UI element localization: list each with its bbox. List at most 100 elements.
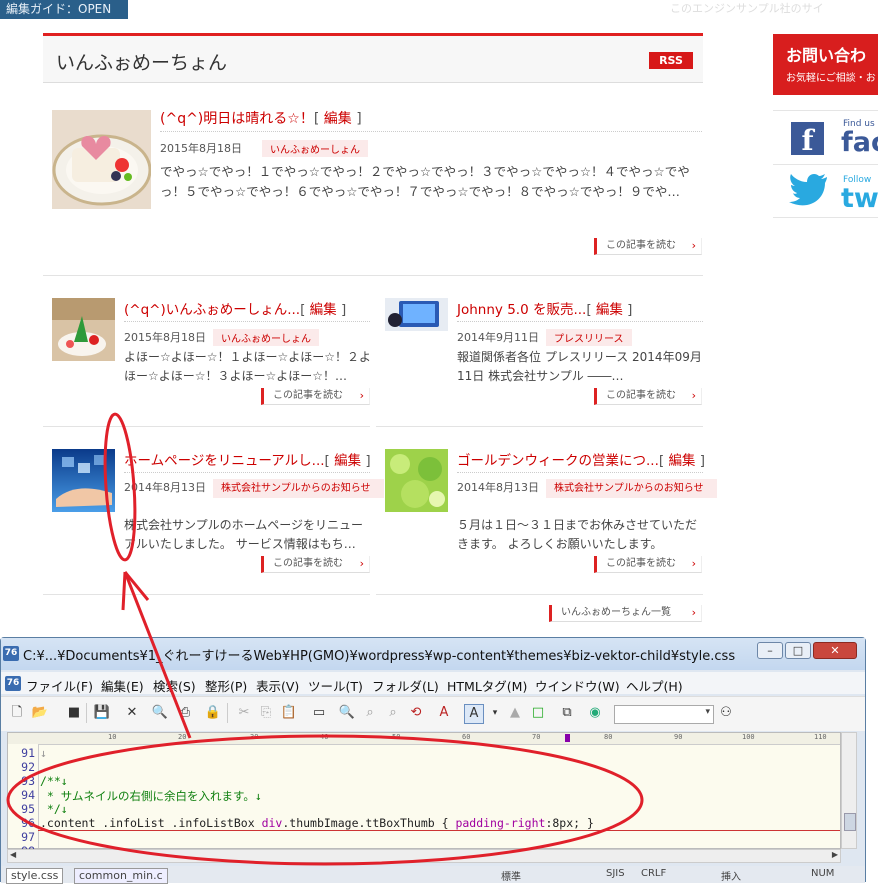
menu-format[interactable]: 整形(P) [205, 676, 247, 695]
post-category[interactable]: いんふぉめーしょん [213, 329, 319, 346]
close-button[interactable]: ✕ [813, 642, 857, 659]
divider [43, 594, 370, 595]
horizontal-scrollbar[interactable]: ◀ ▶ [7, 849, 841, 863]
post-edit-link[interactable]: 編集 [596, 302, 623, 318]
paste-icon[interactable]: 📋 [280, 704, 298, 722]
read-more-button[interactable]: この記事を読む › [594, 238, 702, 255]
edit-guide-button[interactable]: 編集ガイド：OPEN [0, 0, 128, 19]
vertical-scrollbar[interactable] [841, 732, 857, 849]
code-editor[interactable]: 10 20 30 40 50 60 70 80 90 100 110 91 ↓ … [7, 732, 841, 858]
preview-icon[interactable]: 🔍 [151, 704, 169, 722]
font-color-icon[interactable]: A [435, 704, 453, 722]
scroll-left-icon[interactable]: ◀ [10, 850, 16, 859]
search-prev-icon[interactable]: ⌕ [384, 704, 402, 722]
window-list-icon[interactable]: ⧉ [558, 704, 576, 722]
combo-arrow-icon: ▾ [705, 707, 710, 717]
save-icon[interactable]: 💾 [93, 704, 111, 722]
post-title-link[interactable]: ホームページをリニューアルし...[ 編集 ] [124, 449, 371, 469]
read-more-button[interactable]: この記事を読む › [261, 556, 370, 573]
tag-icon[interactable]: ▲ [506, 704, 524, 722]
line-number: 96 [21, 816, 35, 830]
post-category[interactable]: プレスリリース [546, 329, 632, 346]
menu-view[interactable]: 表示(V) [256, 676, 299, 695]
contact-subtitle: お気軽にご相談・お [786, 73, 876, 84]
read-more-button[interactable]: この記事を読む › [261, 388, 370, 405]
app-menu-icon[interactable]: 76 [5, 676, 21, 691]
menu-folder[interactable]: フォルダ(L) [372, 676, 439, 695]
scroll-right-icon[interactable]: ▶ [832, 850, 838, 859]
menu-search[interactable]: 検索(S) [153, 676, 196, 695]
frame-icon[interactable]: □ [529, 704, 547, 722]
annotation-arrow-head [121, 571, 150, 611]
cut-icon[interactable]: ✂ [235, 704, 253, 722]
cursor-line-underline [38, 830, 840, 831]
print-icon[interactable]: ⎙ [176, 704, 194, 722]
menu-help[interactable]: ヘルプ(H) [626, 676, 683, 695]
close-file-icon[interactable]: ✕ [123, 704, 141, 722]
post-title-link[interactable]: ゴールデンウィークの営業につ...[ 編集 ] [457, 449, 705, 469]
new-file-icon[interactable]: 🗋 [8, 704, 26, 722]
code-line-current: .content .infoList .infoListBox div.thum… [40, 816, 594, 830]
read-more-button[interactable]: この記事を読む › [594, 388, 702, 405]
post-edit-link[interactable]: 編集 [310, 302, 337, 318]
toolbar-combo[interactable]: ▾ [614, 705, 714, 724]
chevron-right-icon: › [691, 239, 696, 252]
post-title-link[interactable]: (^q^)明日は晴れる☆！[ 編集 ] [160, 108, 362, 128]
post-edit-link[interactable]: 編集 [324, 111, 352, 127]
post-category[interactable]: 株式会社サンプルからのお知らせ [546, 479, 717, 498]
post-thumbnail-dessert[interactable] [52, 298, 115, 361]
globe-icon[interactable]: ◉ [586, 704, 604, 722]
divider [43, 275, 703, 276]
binoculars-icon[interactable]: ⚇ [717, 704, 735, 722]
post-thumbnail-robot[interactable] [385, 298, 448, 331]
divider [376, 594, 703, 595]
menu-window[interactable]: ウインドウ(W) [535, 676, 620, 695]
file-tab-active[interactable]: style.css [6, 868, 64, 884]
toolbar: 🗋 📂 ■ 💾 ✕ 🔍 ⎙ 🔒 ✂ ⎘ 📋 ▭ 🔍 ⌕ ⌕ ⟲ A A ▾ ▲ … [1, 696, 865, 731]
contact-title: お問い合わ [786, 46, 867, 65]
post-thumbnail-cake[interactable] [52, 110, 151, 209]
ruler-tick: 30 [250, 733, 259, 741]
post-category[interactable]: 株式会社サンプルからのお知らせ [213, 479, 384, 498]
post-category[interactable]: いんふぉめーしょん [262, 140, 368, 157]
stop-icon[interactable]: ■ [65, 704, 83, 722]
line-number: 91 [21, 746, 35, 760]
info-section-title: いんふぉめーちょん [56, 52, 228, 74]
post-title-link[interactable]: Johnny 5.0 を販売...[ 編集 ] [457, 298, 632, 318]
menu-html-tag[interactable]: HTMLタグ(M) [447, 676, 527, 695]
post-thumbnail-hand[interactable] [52, 449, 115, 512]
post-excerpt: よほー☆よほー☆！１よほー☆よほー☆！２よほー☆よほー☆！３よほー☆よほー☆！… [124, 350, 372, 383]
line-number: 94 [21, 788, 35, 802]
copy-icon[interactable]: ⎘ [257, 704, 275, 722]
menu-edit[interactable]: 編集(E) [101, 676, 144, 695]
ruler-tick: 10 [108, 733, 117, 741]
post-edit-link[interactable]: 編集 [668, 453, 695, 469]
file-tab[interactable]: common_min.c [74, 868, 168, 884]
post-title-link[interactable]: (^q^)いんふぉめーしょん...[ 編集 ] [124, 298, 346, 318]
twitter-banner[interactable]: Follow tw [773, 164, 878, 218]
minimize-button[interactable]: – [757, 642, 783, 659]
contact-banner[interactable]: お問い合わ お気軽にご相談・お [773, 34, 878, 95]
replace-icon[interactable]: ⟲ [407, 704, 425, 722]
font-style-icon[interactable]: A [464, 704, 484, 724]
lock-icon[interactable]: 🔒 [204, 704, 222, 722]
post-edit-link[interactable]: 編集 [334, 453, 361, 469]
window-titlebar: 76 C:¥...¥Documents¥1_ぐれーすけーるWeb¥HP(GMO)… [1, 638, 865, 670]
post-thumbnail-leaves[interactable] [385, 449, 448, 512]
dropdown-arrow-icon[interactable]: ▾ [486, 704, 504, 722]
maximize-button[interactable]: □ [785, 642, 811, 659]
search-next-icon[interactable]: ⌕ [361, 704, 379, 722]
facebook-banner[interactable]: f Find us o fac [773, 110, 878, 163]
menu-file[interactable]: ファイル(F) [26, 676, 93, 695]
read-more-button[interactable]: この記事を読む › [594, 556, 702, 573]
twitter-big-text: tw [841, 183, 878, 214]
open-folder-icon[interactable]: 📂 [31, 704, 49, 722]
separator [227, 703, 228, 723]
menu-tools[interactable]: ツール(T) [308, 676, 363, 695]
select-icon[interactable]: ▭ [310, 704, 328, 722]
rss-button[interactable]: RSS [649, 52, 693, 69]
search-icon[interactable]: 🔍 [338, 704, 356, 722]
scroll-thumb[interactable] [844, 813, 856, 831]
info-list-link[interactable]: いんふぉめーちょん一覧 › [549, 605, 702, 622]
post-excerpt: でやっ☆でやっ！１でやっ☆でやっ！２でやっ☆でやっ！３でやっ☆でやっ☆！４でやっ… [160, 164, 690, 199]
